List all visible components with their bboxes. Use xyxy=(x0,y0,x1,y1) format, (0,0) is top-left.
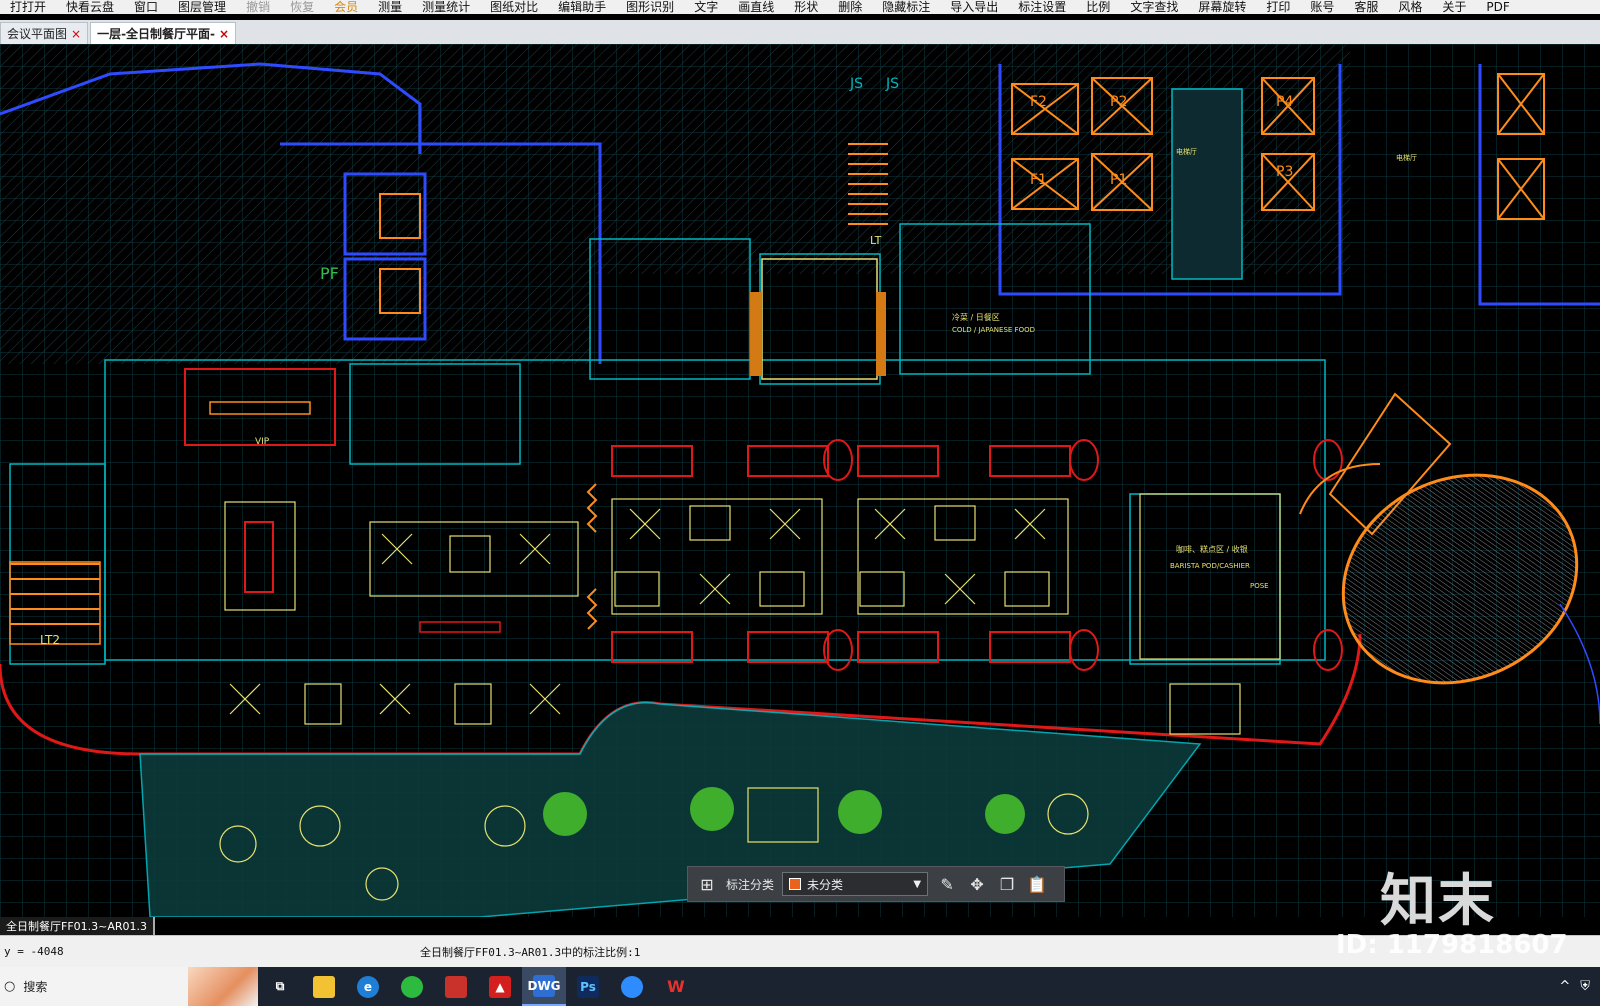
menu-item[interactable]: 形状 xyxy=(784,0,828,14)
menu-bar: 打打开 快看云盘 窗口 图层管理 撤销 恢复 会员 测量 测量统计 图纸对比 编辑助手 图形识别 文字画… xyxy=(0,0,1600,14)
menu-item[interactable]: PDF xyxy=(1476,0,1519,14)
menu-item[interactable]: 恢复 xyxy=(280,0,324,14)
shield-icon[interactable]: ⛨ xyxy=(1580,979,1590,994)
search-label: 搜索 xyxy=(23,980,48,994)
pf-label: PF xyxy=(320,264,339,283)
close-icon[interactable]: × xyxy=(219,27,229,41)
p3-label: P3 xyxy=(1276,164,1293,180)
search-highlight-image xyxy=(188,967,258,1006)
taskbar-search[interactable]: ○ 搜索 xyxy=(0,967,258,1006)
menu-item[interactable]: 关于 xyxy=(1432,0,1476,14)
menu-item[interactable]: 删除 xyxy=(828,0,872,14)
app-window: 打打开 快看云盘 窗口 图层管理 撤销 恢复 会员 测量 测量统计 图纸对比 编辑助手 图形识别 文字画… xyxy=(0,0,1600,1006)
cold-japanese-cn-label: 冷菜 / 日餐区 xyxy=(952,312,1000,322)
menu-item[interactable]: 导入导出 xyxy=(940,0,1008,14)
annotation-scale-readout: 全日制餐厅FF01.3~AR01.3中的标注比例:1 xyxy=(420,945,641,959)
lt2-label: LT2 xyxy=(40,633,60,647)
barista-cn-label: 咖啡、糕点区 / 收银 xyxy=(1176,544,1248,554)
task-view-icon[interactable]: ⧉ xyxy=(258,967,302,1006)
paste-icon[interactable]: 📋 xyxy=(1026,873,1048,895)
menu-item[interactable]: 打印 xyxy=(1256,0,1300,14)
menu-item[interactable]: 文字查找 xyxy=(1120,0,1188,14)
annotation-toolbar: ⊞ 标注分类 未分类 ▼ ✎ ✥ ❐ 📋 xyxy=(687,866,1065,902)
watermark-logo: 知末 xyxy=(1380,869,1496,934)
barista-label: BARISTA POD/CASHIER xyxy=(1170,562,1250,570)
cad-drawing: VIP LT2 PF F2 P2 F1 P1 P4 P3 JS JS LT 冷菜… xyxy=(0,44,1600,917)
chevron-down-icon: ▼ xyxy=(913,878,922,890)
chevron-up-icon[interactable]: ^ xyxy=(1559,979,1570,994)
menu-item[interactable]: 图形识别 xyxy=(616,0,684,14)
category-value: 未分类 xyxy=(807,877,844,892)
menu-item[interactable]: 账号 xyxy=(1300,0,1344,14)
tab-label: 一层-全日制餐厅平面- xyxy=(97,27,216,41)
f1-label: F1 xyxy=(1030,172,1047,188)
menu-item[interactable]: 测量 xyxy=(368,0,412,14)
document-tabs: 会议平面图 × 一层-全日制餐厅平面- × xyxy=(0,20,1600,44)
baidu-netdisk-icon[interactable] xyxy=(610,967,654,1006)
category-color-swatch xyxy=(789,878,802,890)
menu-item[interactable]: 窗口 xyxy=(124,0,168,14)
f2-label: F2 xyxy=(1030,94,1047,110)
elevator-hall-label-2: 电梯厅 xyxy=(1396,153,1417,162)
menu-item[interactable]: 比例 xyxy=(1076,0,1120,14)
search-icon: ○ xyxy=(4,979,16,994)
wechat-icon[interactable] xyxy=(390,967,434,1006)
pose-label: POSE xyxy=(1250,582,1269,590)
elevator-hall-label-1: 电梯厅 xyxy=(1176,147,1197,156)
edit-icon[interactable]: ✎ xyxy=(936,873,958,895)
app-red-icon[interactable] xyxy=(434,967,478,1006)
menu-item[interactable]: 客服 xyxy=(1344,0,1388,14)
drawing-canvas[interactable]: VIP LT2 PF F2 P2 F1 P1 P4 P3 JS JS LT 冷菜… xyxy=(0,44,1600,917)
tab-restaurant-plan[interactable]: 一层-全日制餐厅平面- × xyxy=(90,22,237,44)
menu-item[interactable]: 标注设置 xyxy=(1008,0,1076,14)
acrobat-icon[interactable]: ▲ xyxy=(478,967,522,1006)
menu-item[interactable]: 图纸对比 xyxy=(480,0,548,14)
wps-icon[interactable]: W xyxy=(654,967,698,1006)
js-label-2: JS xyxy=(885,76,899,92)
grid-icon[interactable]: ⊞ xyxy=(696,873,718,895)
windows-taskbar: ○ 搜索 ⧉ e ▲ DWG Ps W ^ ⛨ xyxy=(0,967,1600,1006)
watermark-id: ID: 1179818607 xyxy=(1336,930,1568,960)
lt-label: LT xyxy=(870,234,882,247)
menu-item[interactable]: 画直线 xyxy=(728,0,784,14)
menu-item[interactable]: 屏幕旋转 xyxy=(1188,0,1256,14)
p1-label: P1 xyxy=(1110,172,1127,188)
js-label-1: JS xyxy=(849,76,863,92)
move-icon[interactable]: ✥ xyxy=(966,873,988,895)
photoshop-icon[interactable]: Ps xyxy=(566,967,610,1006)
menu-item[interactable]: 快看云盘 xyxy=(56,0,124,14)
menu-item[interactable]: 测量统计 xyxy=(412,0,480,14)
coordinate-readout: y = -4048 xyxy=(4,945,64,958)
cad-viewer-icon[interactable]: DWG xyxy=(522,967,566,1006)
p4-label: P4 xyxy=(1276,94,1293,110)
annotation-category-label: 标注分类 xyxy=(726,877,775,892)
menu-item[interactable]: 风格 xyxy=(1388,0,1432,14)
menu-item[interactable]: 图层管理 xyxy=(168,0,236,14)
menu-item[interactable]: 会员 xyxy=(324,0,368,14)
tab-label: 会议平面图 xyxy=(7,27,68,41)
p2-label: P2 xyxy=(1110,94,1127,110)
layout-tab[interactable]: 全日制餐厅FF01.3~AR01.3 xyxy=(0,917,156,935)
copy-icon[interactable]: ❐ xyxy=(996,873,1018,895)
menu-item[interactable]: 编辑助手 xyxy=(548,0,616,14)
edge-icon[interactable]: e xyxy=(346,967,390,1006)
menu-item[interactable]: 打打开 xyxy=(0,0,56,14)
vip-label: VIP xyxy=(255,437,270,447)
cold-japanese-label: COLD / JAPANESE FOOD xyxy=(952,326,1035,334)
menu-item[interactable]: 隐藏标注 xyxy=(872,0,940,14)
close-icon[interactable]: × xyxy=(71,27,81,41)
menu-item[interactable]: 撤销 xyxy=(236,0,280,14)
category-dropdown[interactable]: 未分类 ▼ xyxy=(782,872,929,896)
file-explorer-icon[interactable] xyxy=(302,967,346,1006)
menu-item[interactable]: 文字 xyxy=(684,0,728,14)
system-tray: ^ ⛨ xyxy=(1559,979,1600,994)
tab-meeting-plan[interactable]: 会议平面图 × xyxy=(0,22,89,44)
